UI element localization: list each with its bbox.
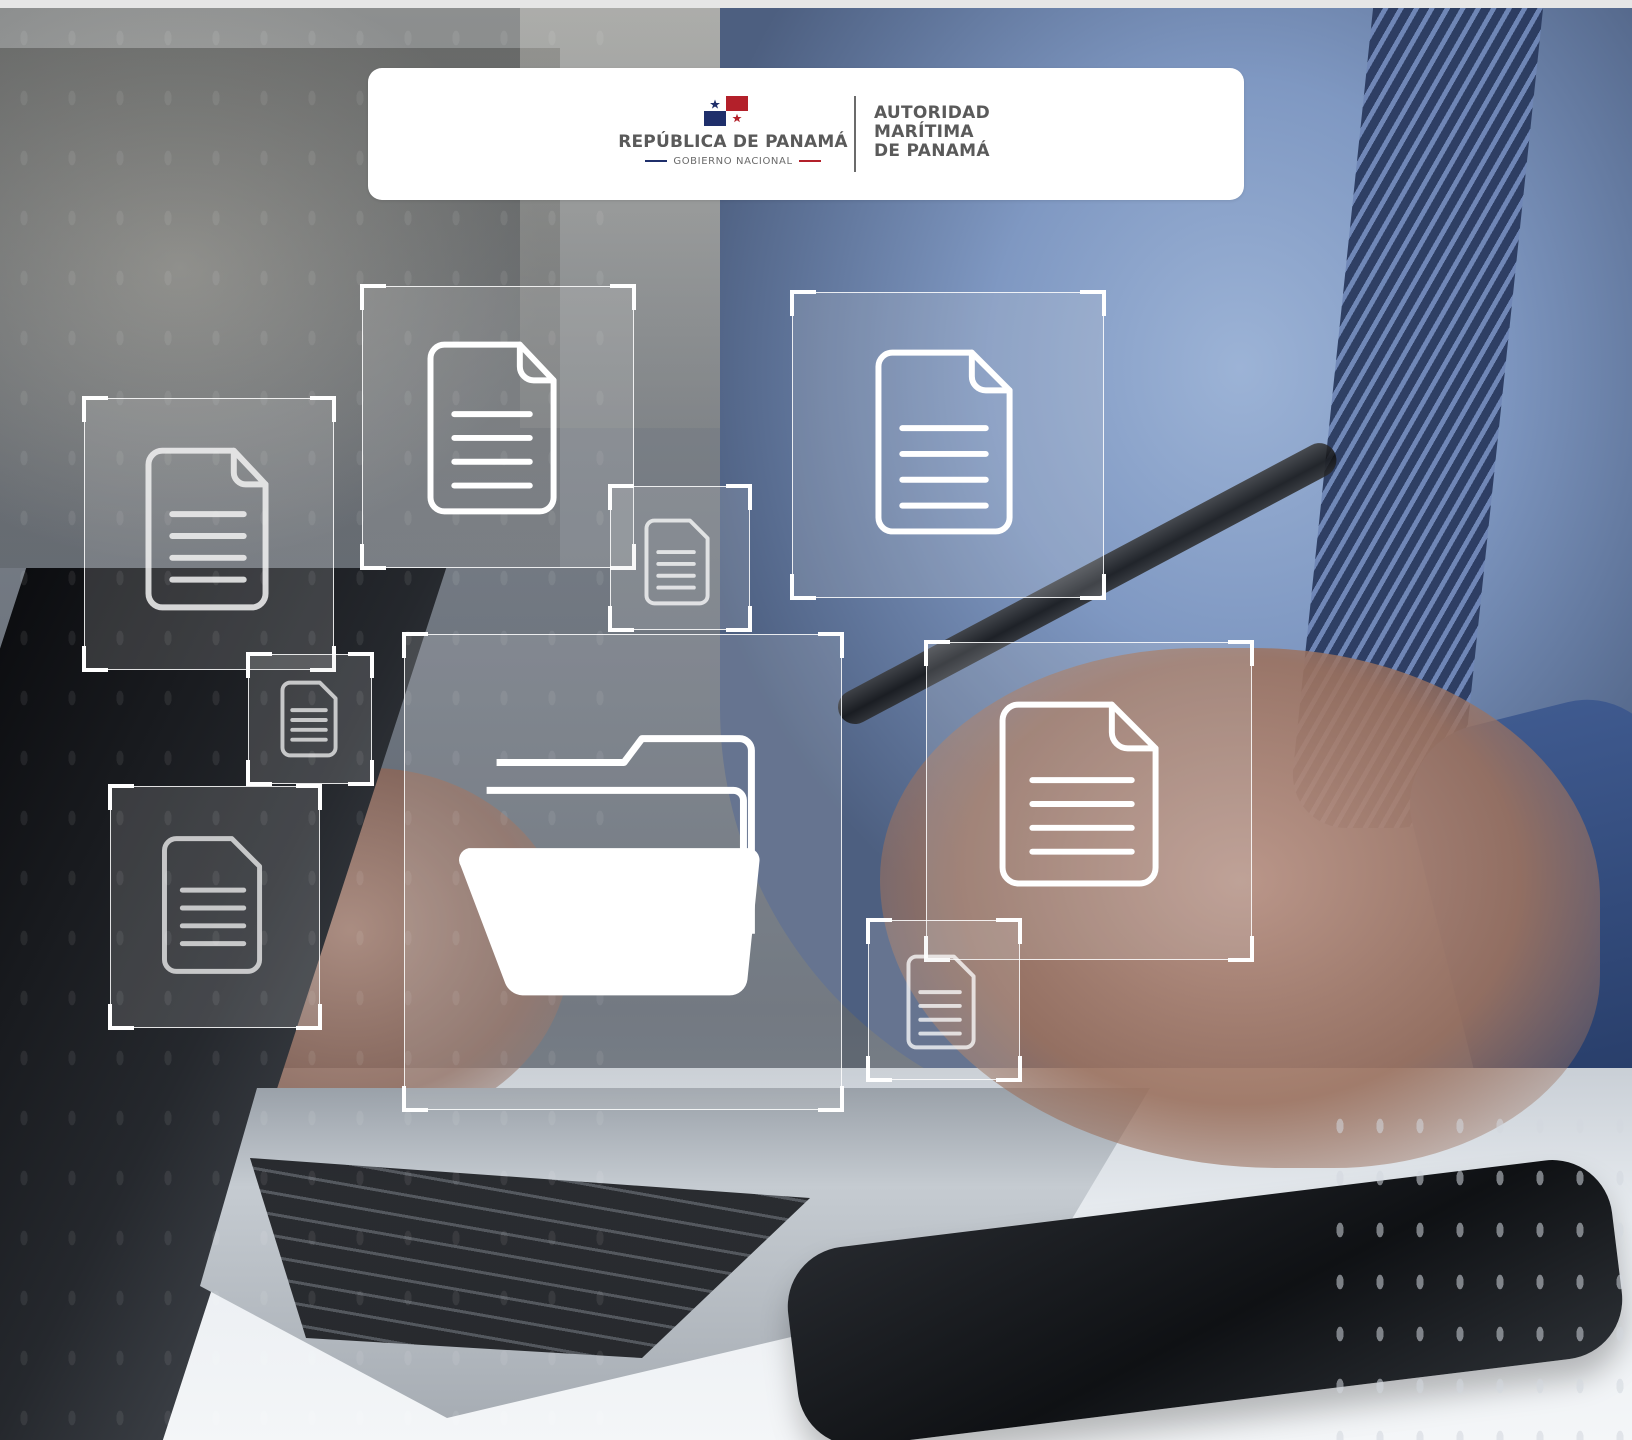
authority-line-1: AUTORIDAD [874, 103, 990, 123]
document-icon [145, 447, 269, 611]
document-icon [427, 341, 557, 515]
government-subtitle-row: GOBIERNO NACIONAL [568, 156, 898, 167]
hologram-panel-small [246, 652, 374, 786]
dot-pattern-bottom-right [1320, 1100, 1632, 1440]
hologram-panel [82, 396, 336, 672]
hologram-panel [360, 284, 636, 570]
government-subtitle: GOBIERNO NACIONAL [673, 156, 793, 167]
document-icon [162, 836, 263, 974]
logo-banner: REPÚBLICA DE PANAMÁ GOBIERNO NACIONAL AU… [368, 68, 1244, 200]
document-icon [644, 518, 710, 606]
authority-line-3: DE PANAMÁ [874, 141, 990, 161]
red-dash [798, 160, 821, 162]
panama-flag-icon [704, 96, 748, 126]
logo-divider [854, 96, 856, 172]
authority-line-2: MARÍTIMA [874, 122, 974, 142]
hologram-panel [790, 290, 1106, 600]
government-name: REPÚBLICA DE PANAMÁ [618, 132, 848, 152]
hologram-folder-panel [402, 632, 844, 1112]
hologram-panel-small [866, 918, 1022, 1082]
document-icon [875, 349, 1013, 535]
hologram-panel-small [608, 484, 752, 632]
folder-icon [459, 735, 760, 996]
hologram-panel [924, 640, 1254, 962]
document-icon [999, 701, 1159, 887]
document-icon [906, 954, 976, 1050]
blue-dash [645, 160, 668, 162]
hologram-panel [108, 784, 322, 1030]
top-strip [0, 0, 1632, 8]
document-icon [280, 680, 338, 758]
